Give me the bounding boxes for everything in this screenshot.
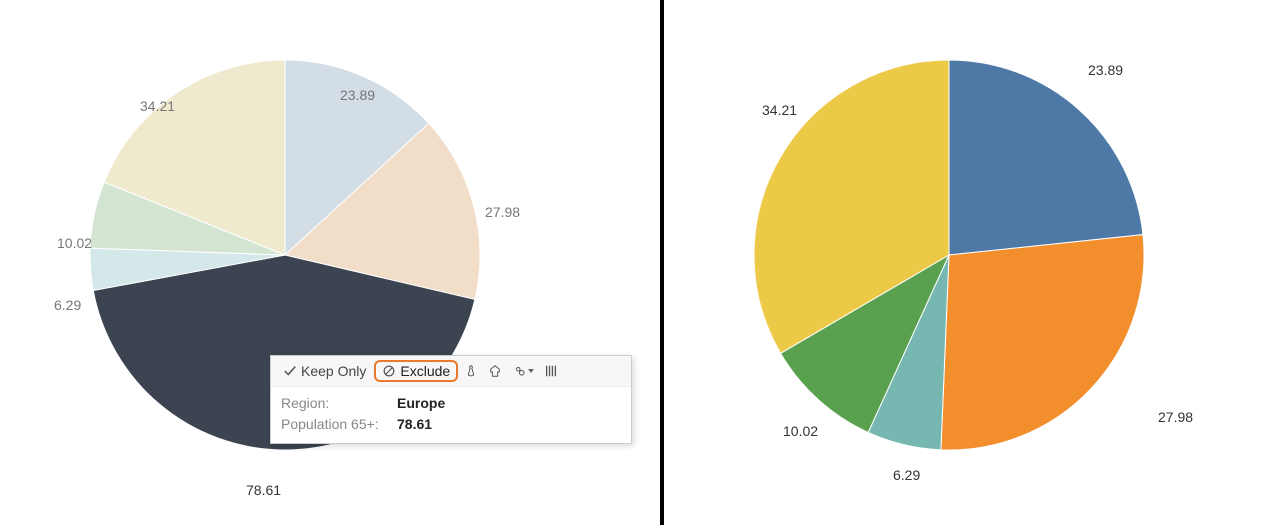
pie-chart-after-exclude bbox=[734, 40, 1164, 470]
exclude-label: Exclude bbox=[400, 363, 450, 379]
tooltip-row-key: Region: bbox=[281, 393, 393, 414]
left-label-23.89: 23.89 bbox=[340, 87, 375, 103]
slice-tooltip: Keep Only Exclude bbox=[270, 355, 632, 444]
right-label-27.98: 27.98 bbox=[1158, 409, 1193, 425]
exclude-icon bbox=[382, 364, 396, 378]
tooltip-row-region: Region: Europe bbox=[281, 393, 621, 414]
view-data-icon[interactable] bbox=[508, 361, 538, 381]
keep-only-button[interactable]: Keep Only bbox=[277, 361, 372, 381]
create-set-icon[interactable] bbox=[484, 361, 506, 381]
keep-only-label: Keep Only bbox=[301, 363, 366, 379]
tooltip-row-population: Population 65+: 78.61 bbox=[281, 414, 621, 435]
tooltip-row-key: Population 65+: bbox=[281, 414, 393, 435]
explain-data-icon[interactable] bbox=[540, 361, 562, 381]
right-label-34.21: 34.21 bbox=[762, 102, 797, 118]
tooltip-row-value: 78.61 bbox=[397, 414, 432, 435]
left-label-27.98: 27.98 bbox=[485, 204, 520, 220]
pie-slice-slice-23.89[interactable] bbox=[949, 60, 1143, 255]
left-label-10.02: 10.02 bbox=[57, 235, 92, 251]
exclude-button[interactable]: Exclude bbox=[374, 360, 458, 382]
right-label-10.02: 10.02 bbox=[783, 423, 818, 439]
left-label-78.61: 78.61 bbox=[246, 482, 281, 498]
left-label-6.29: 6.29 bbox=[54, 297, 81, 313]
tooltip-action-bar: Keep Only Exclude bbox=[271, 356, 631, 387]
pie-slice-slice-27.98[interactable] bbox=[941, 235, 1144, 450]
chevron-down-icon bbox=[528, 369, 534, 373]
right-label-23.89: 23.89 bbox=[1088, 62, 1123, 78]
group-members-icon[interactable] bbox=[460, 361, 482, 381]
check-icon bbox=[283, 364, 297, 378]
vertical-divider bbox=[660, 0, 664, 525]
left-label-34.21: 34.21 bbox=[140, 98, 175, 114]
tooltip-row-value: Europe bbox=[397, 393, 445, 414]
right-label-6.29: 6.29 bbox=[893, 467, 920, 483]
tooltip-body: Region: Europe Population 65+: 78.61 bbox=[271, 387, 631, 443]
